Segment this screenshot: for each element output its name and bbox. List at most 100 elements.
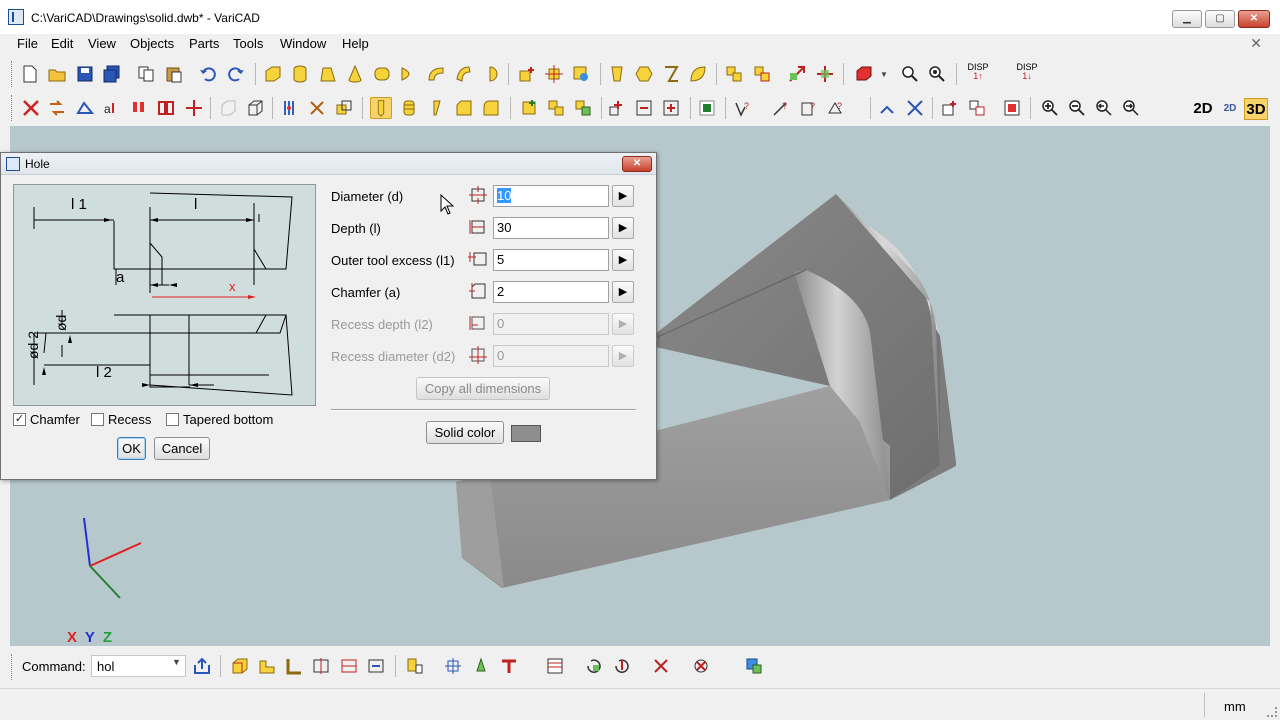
zoom-out-icon[interactable]	[1068, 99, 1086, 117]
layer-2-icon[interactable]	[968, 99, 986, 117]
mate-4-icon[interactable]	[500, 657, 518, 675]
solid-color-icon[interactable]	[855, 65, 873, 83]
command-dropdown-icon[interactable]: ▼	[172, 657, 181, 667]
solid-edit-3-icon[interactable]	[574, 99, 592, 117]
recess-checkbox[interactable]: Recess	[91, 412, 151, 427]
section-plane-3-icon[interactable]	[367, 657, 385, 675]
chamfer-arrow-button[interactable]: ▶	[612, 281, 634, 303]
assembly-tree-icon[interactable]	[745, 657, 763, 675]
chamfer-solid-icon[interactable]	[455, 99, 473, 117]
tapered-bottom-checkbox[interactable]: Tapered bottom	[166, 412, 273, 427]
mirror-2-icon[interactable]	[635, 99, 653, 117]
sweep-solid-icon[interactable]	[454, 65, 472, 83]
move-solid-icon[interactable]	[545, 65, 563, 83]
dialog-close-button[interactable]: ✕	[622, 156, 652, 172]
query-1-icon[interactable]: ?	[734, 99, 752, 117]
hole-tool-icon[interactable]	[370, 97, 392, 119]
document-close-icon[interactable]: ✕	[1250, 35, 1262, 52]
command-history-icon[interactable]	[193, 657, 211, 675]
thread-hole-icon[interactable]	[400, 99, 418, 117]
zoom-window-icon[interactable]	[901, 65, 919, 83]
section-box-icon[interactable]	[231, 657, 249, 675]
view-2d-button[interactable]: 2D	[1191, 98, 1215, 120]
section-plane-1-icon[interactable]	[312, 657, 330, 675]
cylinder-solid-icon[interactable]	[291, 65, 309, 83]
redraw-icon[interactable]	[130, 99, 148, 117]
save-icon[interactable]	[76, 65, 94, 83]
color-scheme-icon[interactable]	[280, 99, 298, 117]
diameter-input[interactable]: 10	[493, 185, 609, 207]
sphere-part-icon[interactable]	[481, 65, 499, 83]
undo-icon[interactable]	[199, 65, 217, 83]
close-window-button[interactable]: ✕	[1238, 10, 1270, 28]
transform-objects-icon[interactable]	[48, 99, 66, 117]
block-icon[interactable]	[1003, 99, 1021, 117]
mirror-3-icon[interactable]	[662, 99, 680, 117]
copy-icon[interactable]	[137, 65, 155, 83]
delete-icon[interactable]	[22, 99, 40, 117]
diameter-arrow-button[interactable]: ▶	[612, 185, 634, 207]
mirror-1-icon[interactable]	[608, 99, 626, 117]
chamfer-checkbox[interactable]: ✓ Chamfer	[13, 412, 80, 427]
display-1-icon[interactable]: DISP 1↑	[965, 63, 991, 81]
refresh-1-icon[interactable]	[585, 657, 603, 675]
assembly-icon[interactable]	[725, 65, 743, 83]
solid-edit-1-icon[interactable]	[520, 99, 538, 117]
dropdown-arrow-icon[interactable]: ▼	[880, 70, 898, 88]
zoom-all-icon[interactable]	[928, 65, 946, 83]
groove-icon[interactable]	[428, 99, 446, 117]
bom-icon[interactable]	[546, 657, 564, 675]
cone-solid-icon[interactable]	[346, 65, 364, 83]
save-all-icon[interactable]	[103, 65, 121, 83]
open-folder-icon[interactable]	[48, 65, 66, 83]
pipe-solid-icon[interactable]	[427, 65, 445, 83]
solid-color-button[interactable]: Solid color	[426, 421, 504, 444]
assembly-links-icon[interactable]	[753, 65, 771, 83]
cut-icon[interactable]	[308, 99, 326, 117]
menu-window[interactable]: Window	[280, 36, 326, 51]
box-solid-icon[interactable]	[264, 65, 282, 83]
resize-grip-icon[interactable]	[1267, 707, 1277, 717]
transform-icon[interactable]	[788, 65, 806, 83]
view-3d-button[interactable]: 3D	[1244, 98, 1268, 120]
ok-button[interactable]: OK	[117, 437, 146, 460]
mate-1-icon[interactable]	[406, 657, 424, 675]
maximize-button[interactable]: ▢	[1205, 10, 1235, 28]
cancel-button[interactable]: Cancel	[154, 437, 210, 460]
outer-tool-excess-arrow-button[interactable]: ▶	[612, 249, 634, 271]
wire-box-icon[interactable]	[246, 99, 264, 117]
mate-2-icon[interactable]	[444, 657, 462, 675]
boolean-icon[interactable]	[335, 99, 353, 117]
section-profile-icon[interactable]	[258, 657, 276, 675]
menu-objects[interactable]: Objects	[130, 36, 174, 51]
solid-color-swatch[interactable]	[511, 425, 541, 442]
toolbar-grip[interactable]	[11, 95, 13, 121]
query-2-icon[interactable]: ?	[772, 99, 790, 117]
refresh-2-icon[interactable]	[613, 657, 631, 675]
menu-parts[interactable]: Parts	[189, 36, 219, 51]
layer-1-icon[interactable]	[941, 99, 959, 117]
copy-transform-icon[interactable]	[816, 65, 834, 83]
tube-solid-icon[interactable]	[373, 65, 391, 83]
section-angle-icon[interactable]	[285, 657, 303, 675]
delete-mate-1-icon[interactable]	[652, 657, 670, 675]
leaf-shape-icon[interactable]	[689, 65, 707, 83]
minimize-button[interactable]: ▁	[1172, 10, 1202, 28]
menu-edit[interactable]: Edit	[51, 36, 73, 51]
fillet-solid-icon[interactable]	[482, 99, 500, 117]
redo-icon[interactable]	[227, 65, 245, 83]
display-2-icon[interactable]: DISP 1↓	[1014, 63, 1040, 81]
zoom-previous-icon[interactable]	[1095, 99, 1113, 117]
query-3-icon[interactable]: ?	[800, 99, 818, 117]
solid-info-icon[interactable]	[698, 99, 716, 117]
text-edit-icon[interactable]: a	[103, 99, 121, 117]
menu-view[interactable]: View	[88, 36, 116, 51]
solid-edit-2-icon[interactable]	[547, 99, 565, 117]
zoom-in-icon[interactable]	[1041, 99, 1059, 117]
outer-tool-excess-input[interactable]: 5	[493, 249, 609, 271]
zoom-next-icon[interactable]	[1122, 99, 1140, 117]
new-file-icon[interactable]	[21, 65, 39, 83]
menu-help[interactable]: Help	[342, 36, 369, 51]
snap-icon[interactable]	[185, 99, 203, 117]
toolbar-grip[interactable]	[11, 61, 13, 87]
